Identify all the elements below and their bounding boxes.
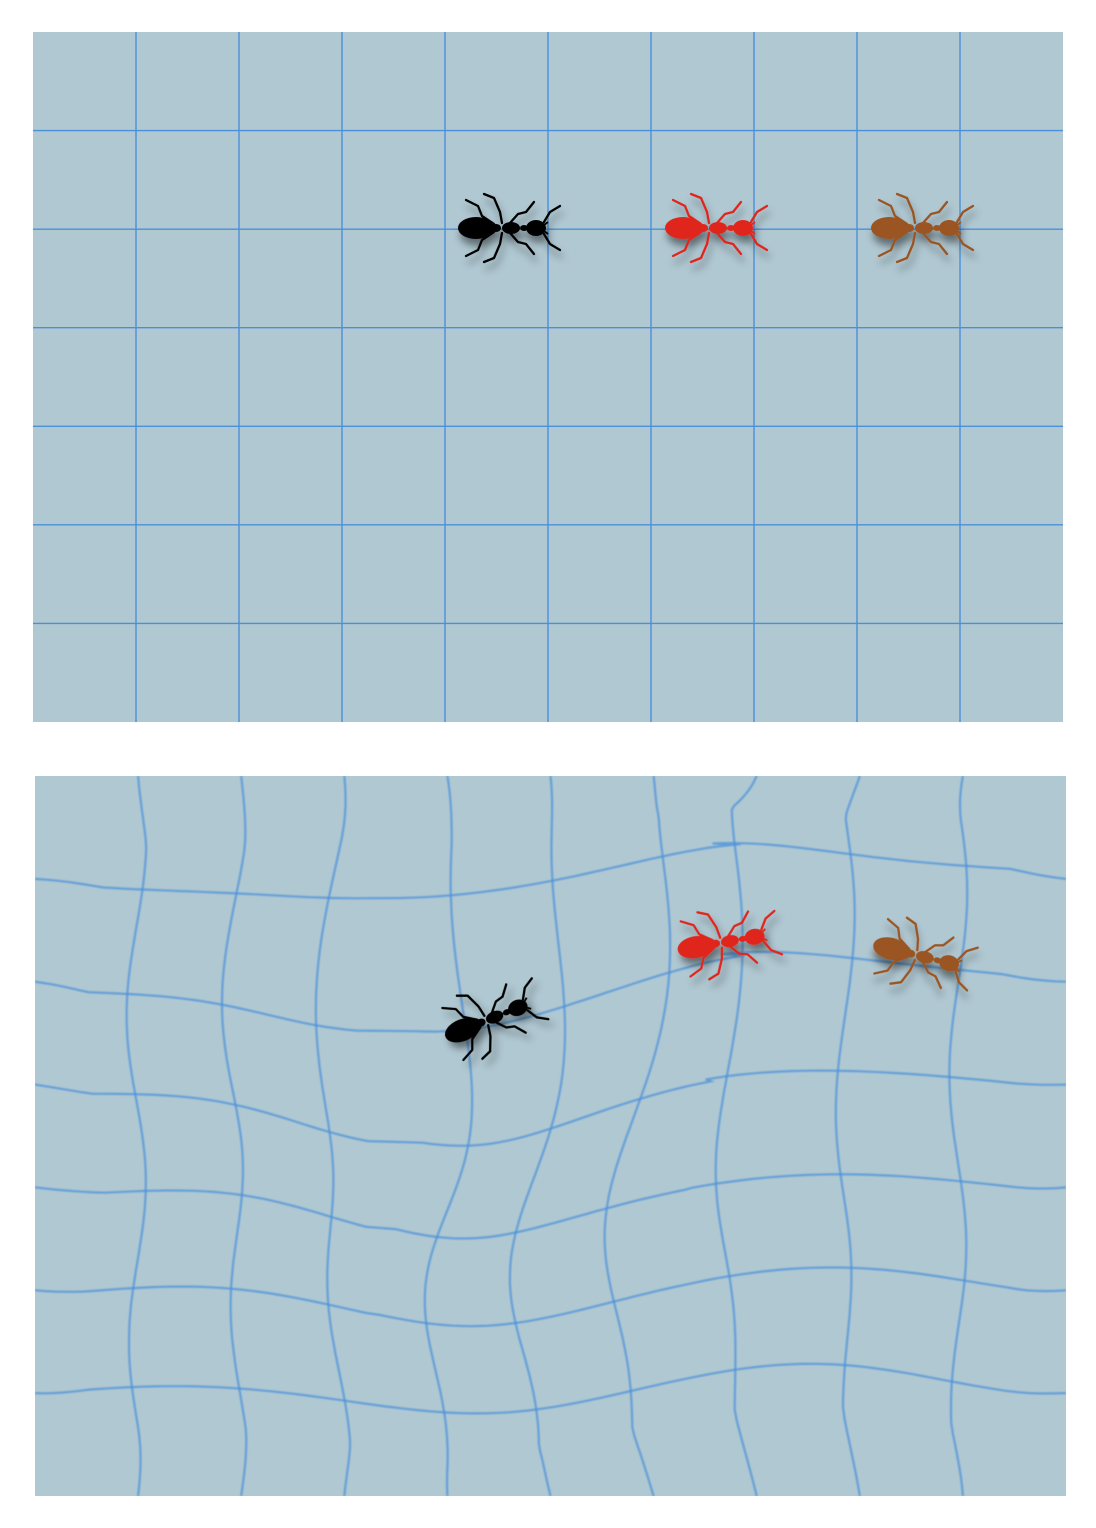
flat-grid-diagram [33, 32, 1063, 722]
warped-grid-diagram [35, 776, 1066, 1496]
warped-grid-panel [35, 776, 1066, 1496]
flat-grid-panel [33, 32, 1063, 722]
grid-background [35, 776, 1066, 1496]
